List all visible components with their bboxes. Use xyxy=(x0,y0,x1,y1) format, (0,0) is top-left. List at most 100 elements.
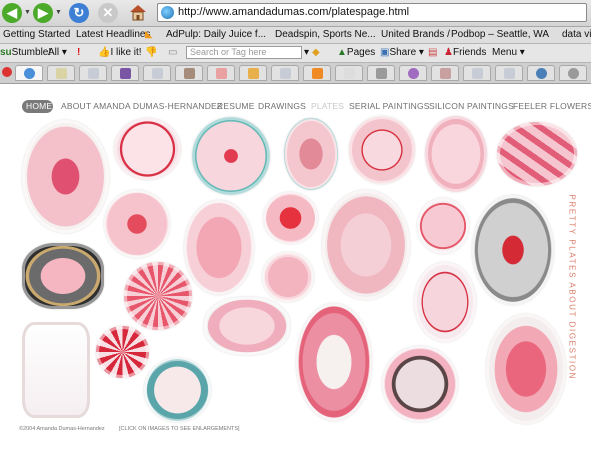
nav-about[interactable]: ABOUT AMANDA DUMAS-HERNANDEZ xyxy=(61,101,222,111)
site-nav: HOME ABOUT AMANDA DUMAS-HERNANDEZ RESUME… xyxy=(0,100,591,114)
stumble-search-input[interactable]: Search or Tag here xyxy=(186,46,302,59)
nav-drawings[interactable]: DRAWINGS xyxy=(258,101,306,111)
tab[interactable] xyxy=(271,65,299,81)
bookmark-item[interactable]: United Brands / xyxy=(381,29,450,40)
copyright-text: ©2004 Amanda Dumas-Hernandez xyxy=(19,426,105,432)
plate-image[interactable] xyxy=(124,262,192,330)
tab-favicon-icon xyxy=(184,68,195,79)
plate-image[interactable] xyxy=(104,190,170,258)
nav-silicon-paintings[interactable]: SILICON PAINTINGS xyxy=(429,101,514,111)
plate-image[interactable] xyxy=(382,346,458,422)
tag-icon[interactable]: ◆ xyxy=(312,47,320,58)
pages-button[interactable]: ▲Pages xyxy=(337,47,375,58)
tab[interactable] xyxy=(399,65,427,81)
plate-image[interactable] xyxy=(349,116,415,184)
alert-icon[interactable]: ! xyxy=(77,47,80,58)
home-icon xyxy=(130,5,146,21)
forward-button[interactable]: ▶ xyxy=(33,3,53,23)
tab-close-icon[interactable] xyxy=(2,67,12,77)
stumbleupon-toolbar: suStumble! All ▾ ! 👍I like it! 👎 ▭ Searc… xyxy=(0,44,591,63)
tab[interactable] xyxy=(463,65,491,81)
tab[interactable] xyxy=(431,65,459,81)
rss-icon: ◣ xyxy=(145,29,153,40)
tab[interactable] xyxy=(79,65,107,81)
plate-image[interactable] xyxy=(114,118,181,180)
plate-image[interactable] xyxy=(472,195,554,305)
tab[interactable] xyxy=(335,65,363,81)
plate-image[interactable] xyxy=(144,358,211,422)
tab[interactable] xyxy=(527,65,555,81)
tab-favicon-icon xyxy=(472,68,483,79)
plate-image[interactable] xyxy=(262,252,314,302)
like-button[interactable]: 👍I like it! xyxy=(98,47,142,58)
plate-image[interactable] xyxy=(22,322,90,418)
enlarge-hint-text: [CLICK ON IMAGES TO SEE ENLARGEMENTS] xyxy=(119,426,240,432)
tab-favicon-icon xyxy=(280,68,291,79)
tab[interactable] xyxy=(303,65,331,81)
tab[interactable] xyxy=(495,65,523,81)
browser-toolbar: ◀ ▼ ▶ ▼ ↻ ✕ http://www.amandadumas.com/p… xyxy=(0,0,591,27)
plate-image[interactable] xyxy=(425,116,487,192)
menu-label: Menu xyxy=(492,47,518,58)
all-label: All xyxy=(48,47,60,58)
bookmark-item[interactable]: Getting Started xyxy=(3,29,70,40)
bookmarks-toolbar: Getting Started Latest Headlines ◣ AdPul… xyxy=(0,27,591,44)
plate-image[interactable] xyxy=(417,198,469,254)
tab[interactable] xyxy=(559,65,587,81)
tab-strip xyxy=(0,63,591,84)
friends-button[interactable]: ♟Friends xyxy=(444,47,486,58)
search-dropdown-icon[interactable]: ▾ xyxy=(304,47,309,58)
tab[interactable] xyxy=(111,65,139,81)
plate-image[interactable] xyxy=(22,243,104,309)
plate-image[interactable] xyxy=(192,117,270,195)
thumbs-down-icon[interactable]: 👎 xyxy=(145,47,157,58)
nav-serial-paintings[interactable]: SERIAL PAINTINGS xyxy=(349,101,430,111)
stumble-label: Stumble! xyxy=(11,47,52,58)
plate-image[interactable] xyxy=(284,118,338,190)
bookmark-item[interactable]: Latest Headlines xyxy=(76,29,151,40)
stop-button[interactable]: ✕ xyxy=(98,3,118,23)
share-button[interactable]: ▣Share ▾ xyxy=(380,47,424,58)
nav-home[interactable]: HOME xyxy=(26,101,52,111)
bookmark-item[interactable]: data vis xyxy=(562,29,591,40)
bookmark-item[interactable]: Deadspin, Sports Ne... xyxy=(275,29,376,40)
bookmark-item[interactable]: AdPulp: Daily Juice f... xyxy=(166,29,266,40)
plate-image[interactable] xyxy=(204,297,290,355)
plate-image[interactable] xyxy=(486,314,566,424)
back-dropdown-icon[interactable]: ▼ xyxy=(24,9,31,16)
home-button[interactable] xyxy=(128,2,148,22)
plate-image[interactable] xyxy=(96,326,149,378)
tab[interactable] xyxy=(47,65,75,81)
tab[interactable] xyxy=(239,65,267,81)
nav-feeler-flowers[interactable]: FEELER FLOWERS xyxy=(513,101,591,111)
url-text: http://www.amandadumas.com/platespage.ht… xyxy=(178,6,410,18)
plate-image[interactable] xyxy=(497,122,577,186)
nav-plates[interactable]: PLATES xyxy=(311,101,344,111)
tab[interactable] xyxy=(15,65,43,81)
plate-image[interactable] xyxy=(296,303,372,421)
bookmark-item[interactable]: Podbop – Seattle, WA xyxy=(451,29,549,40)
tab[interactable] xyxy=(207,65,235,81)
inbox-icon[interactable]: ▤ xyxy=(428,47,437,58)
plate-image[interactable] xyxy=(22,120,109,233)
comment-icon[interactable]: ▭ xyxy=(168,47,177,58)
tab-favicon-icon xyxy=(120,68,131,79)
plate-image[interactable] xyxy=(263,192,318,244)
nav-resume[interactable]: RESUME xyxy=(217,101,255,111)
tab[interactable] xyxy=(367,65,395,81)
stumble-button[interactable]: suStumble! xyxy=(0,47,51,58)
reload-button[interactable]: ↻ xyxy=(69,3,89,23)
plate-image[interactable] xyxy=(184,200,254,295)
tab-favicon-icon xyxy=(440,68,451,79)
plate-image[interactable] xyxy=(414,262,476,342)
plate-image[interactable] xyxy=(322,190,410,300)
forward-dropdown-icon[interactable]: ▼ xyxy=(55,9,62,16)
menu-button[interactable]: Menu ▾ xyxy=(492,47,525,58)
tab-favicon-icon xyxy=(376,68,387,79)
all-dropdown[interactable]: All ▾ xyxy=(48,47,67,58)
address-bar[interactable]: http://www.amandadumas.com/platespage.ht… xyxy=(157,3,587,22)
tab[interactable] xyxy=(175,65,203,81)
tab[interactable] xyxy=(143,65,171,81)
back-button[interactable]: ◀ xyxy=(2,3,22,23)
like-label: I like it! xyxy=(110,47,142,58)
